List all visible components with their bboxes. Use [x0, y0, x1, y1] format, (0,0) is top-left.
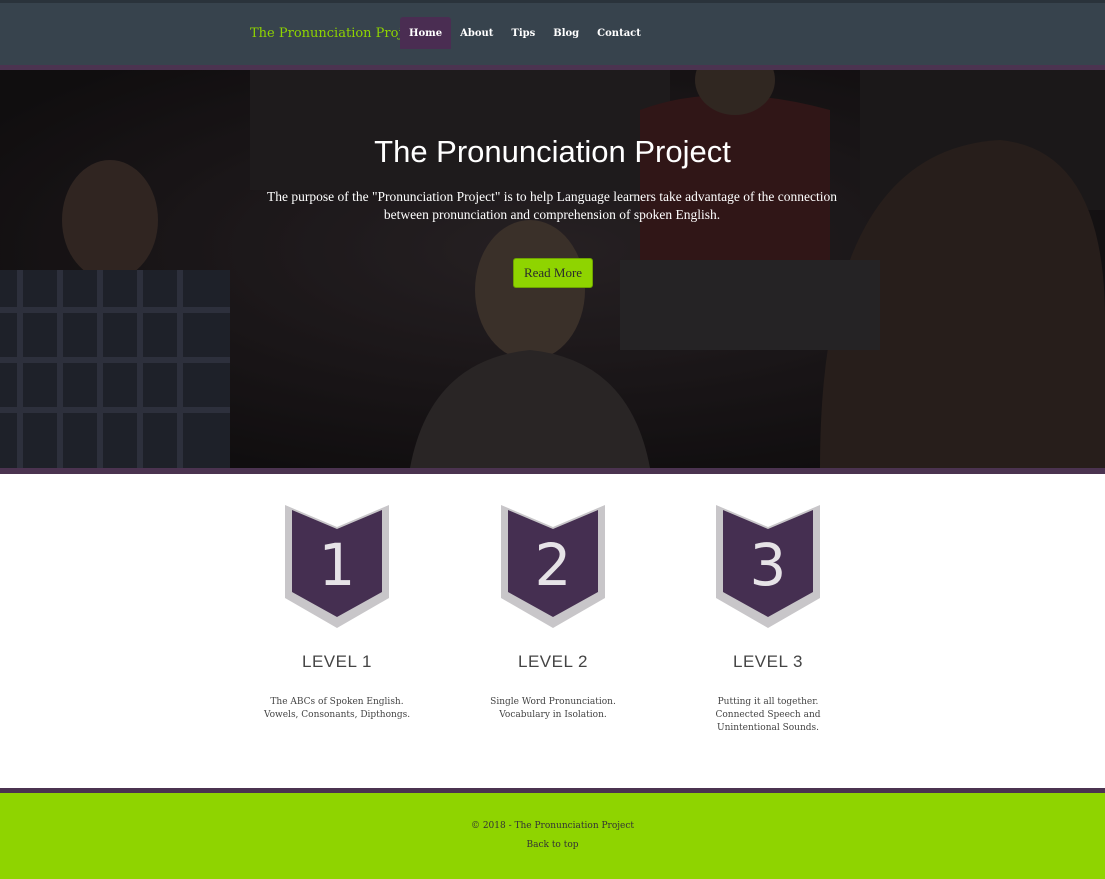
nav-about[interactable]: About [451, 17, 502, 49]
level-title: LEVEL 3 [733, 652, 803, 671]
nav-tips[interactable]: Tips [502, 17, 544, 49]
level-title: LEVEL 1 [302, 652, 372, 671]
level-description-line: Vowels, Consonants, Dipthongs. [263, 710, 411, 720]
hero-description: The purpose of the "Pronunciation Projec… [267, 189, 837, 222]
level-badge-icon: 3 [716, 505, 820, 628]
level-description: Single Word Pronunciation. Vocabulary in… [453, 696, 653, 722]
navbar: The Pronunciation Project Home About Tip… [0, 0, 1105, 65]
level-badge-icon: 1 [285, 505, 389, 628]
nav-menu: Home About Tips Blog Contact [400, 17, 650, 49]
level-card-3: 3 LEVEL 3 Putting it all together. Conne… [668, 500, 868, 735]
brand-link[interactable]: The Pronunciation Project [250, 26, 423, 41]
nav-blog[interactable]: Blog [544, 17, 588, 49]
level-title: LEVEL 2 [518, 652, 588, 671]
level-description-line: Single Word Pronunciation. [490, 697, 616, 707]
level-description: The ABCs of Spoken English. Vowels, Cons… [237, 696, 437, 722]
nav-home[interactable]: Home [400, 17, 452, 49]
level-number: 3 [750, 531, 787, 599]
read-more-button[interactable]: Read More [513, 258, 593, 288]
hero-title: The Pronunciation Project [374, 134, 731, 169]
level-number: 1 [319, 531, 356, 599]
level-card-2: 2 LEVEL 2 Single Word Pronunciation. Voc… [453, 500, 653, 722]
hero-border [0, 468, 1105, 474]
footer: © 2018 - The Pronunciation Project Back … [0, 793, 1105, 879]
level-card-1: 1 LEVEL 1 The ABCs of Spoken English. Vo… [237, 500, 437, 722]
level-description-line: Putting it all together. [717, 697, 819, 707]
level-description: Putting it all together. Connected Speec… [668, 696, 868, 735]
back-to-top-link[interactable]: Back to top [0, 840, 1105, 850]
level-number: 2 [535, 531, 572, 599]
level-description-line: Connected Speech and Unintentional Sound… [715, 710, 821, 733]
level-badge-icon: 2 [501, 505, 605, 628]
level-description-line: The ABCs of Spoken English. [270, 697, 404, 707]
hero-section: The Pronunciation Project The purpose of… [0, 70, 1105, 468]
copyright-text: © 2018 - The Pronunciation Project [470, 821, 635, 831]
nav-contact[interactable]: Contact [588, 17, 650, 49]
level-description-line: Vocabulary in Isolation. [499, 710, 607, 720]
